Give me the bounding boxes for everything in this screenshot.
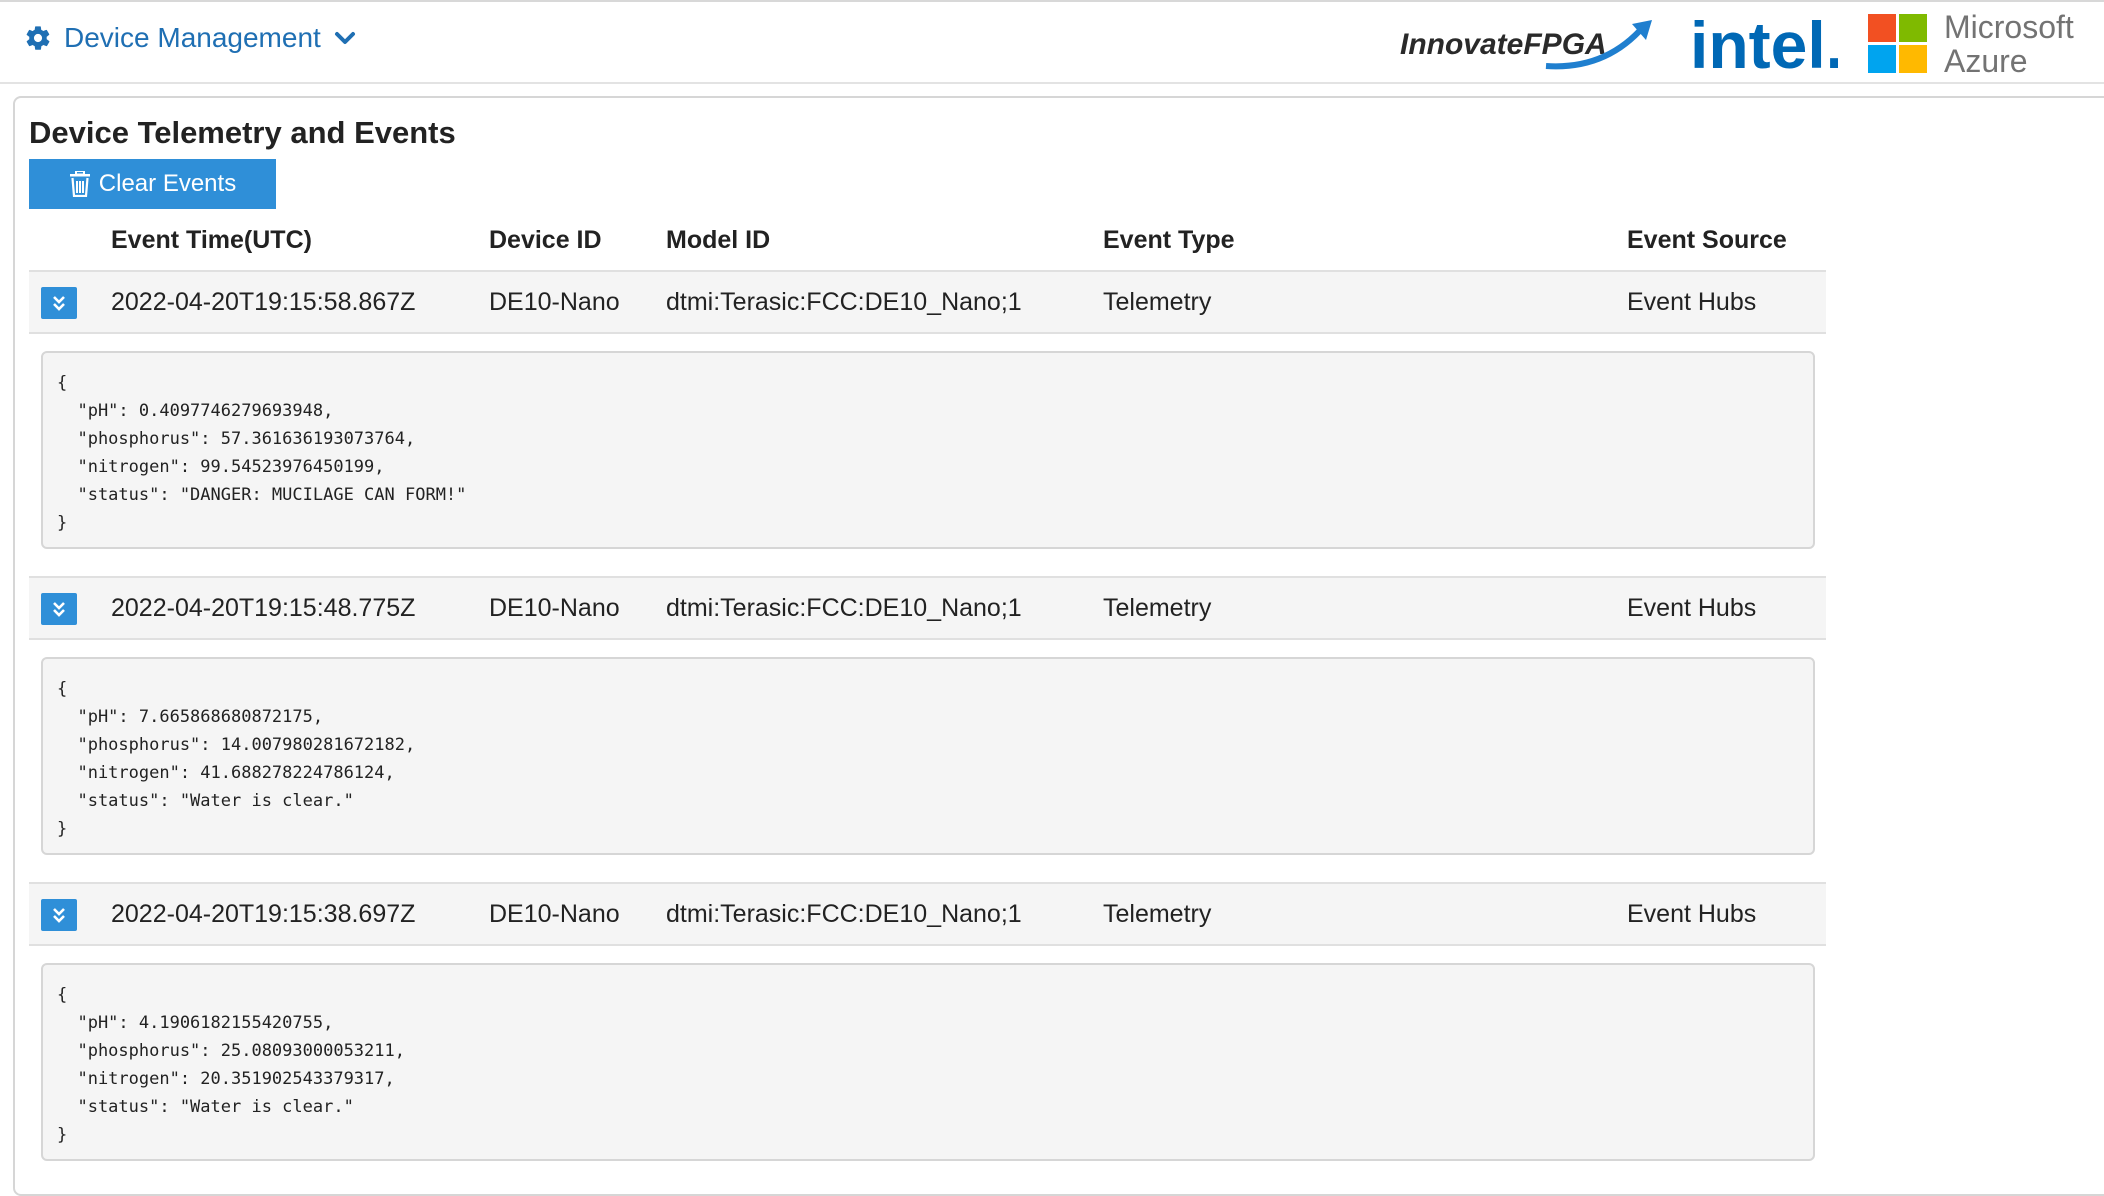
event-time: 2022-04-20T19:15:48.775Z (111, 594, 416, 622)
clear-events-button[interactable]: Clear Events (29, 159, 276, 209)
chevron-down-icon (334, 32, 355, 44)
fpga-logo-text-b: FPGA (1523, 28, 1606, 61)
chevrons-down-icon (53, 602, 65, 617)
event-payload: { "pH": 7.665868680872175, "phosphorus":… (57, 679, 416, 839)
microsoft-azure-text: Microsoft Azure (1944, 10, 2074, 78)
event-time: 2022-04-20T19:15:38.697Z (111, 900, 416, 928)
fpga-logo-text-a: Innovate (1400, 28, 1523, 61)
event-payload: { "pH": 0.4097746279693948, "phosphorus"… (57, 373, 467, 533)
svg-text:InnovateFPGA: InnovateFPGA (1400, 28, 1607, 61)
clear-events-label: Clear Events (98, 170, 237, 197)
event-time: 2022-04-20T19:15:58.867Z (111, 288, 416, 316)
device-id: DE10-Nano (489, 594, 620, 622)
device-management-menu[interactable]: Device Management (24, 22, 357, 54)
gear-icon (26, 26, 50, 50)
microsoft-squares-icon (1868, 14, 1928, 74)
event-payload: { "pH": 4.1906182155420755, "phosphorus"… (57, 985, 405, 1145)
microsoft-text: Microsoft (1944, 9, 2074, 45)
intel-logo-text: intel. (1690, 8, 1838, 80)
header-model-id: Model ID (666, 226, 771, 254)
event-type: Telemetry (1103, 288, 1212, 316)
device-id: DE10-Nano (489, 288, 620, 316)
page-title: Device Telemetry and Events (29, 115, 456, 150)
expand-row-button[interactable] (41, 899, 77, 931)
event-payload-panel: { "pH": 0.4097746279693948, "phosphorus"… (41, 351, 1815, 549)
header-event-source: Event Source (1627, 226, 1787, 254)
top-navbar: Device Management InnovateFPGA intel. Mi… (0, 0, 2104, 84)
event-payload-panel: { "pH": 7.665868680872175, "phosphorus":… (41, 657, 1815, 855)
event-source: Event Hubs (1627, 288, 1757, 316)
model-id: dtmi:Terasic:FCC:DE10_Nano;1 (666, 594, 1022, 622)
table-row: 2022-04-20T19:15:38.697Z DE10-Nano dtmi:… (29, 882, 1826, 946)
device-id: DE10-Nano (489, 900, 620, 928)
event-type: Telemetry (1103, 594, 1212, 622)
table-row: 2022-04-20T19:15:58.867Z DE10-Nano dtmi:… (29, 270, 1826, 334)
model-id: dtmi:Terasic:FCC:DE10_Nano;1 (666, 288, 1022, 316)
intel-logo: intel. (1690, 8, 1838, 80)
header-event-type: Event Type (1103, 226, 1235, 254)
chevrons-down-icon (53, 296, 65, 311)
header-device-id: Device ID (489, 226, 602, 254)
event-source: Event Hubs (1627, 900, 1757, 928)
event-source: Event Hubs (1627, 594, 1757, 622)
microsoft-azure-logo: Microsoft Azure (1868, 10, 2104, 78)
azure-text: Azure (1944, 43, 2028, 79)
device-management-label: Device Management (64, 22, 321, 53)
events-table-header: Event Time(UTC) Device ID Model ID Event… (29, 220, 1826, 273)
expand-row-button[interactable] (41, 287, 77, 319)
event-payload-panel: { "pH": 4.1906182155420755, "phosphorus"… (41, 963, 1815, 1161)
event-type: Telemetry (1103, 900, 1212, 928)
model-id: dtmi:Terasic:FCC:DE10_Nano;1 (666, 900, 1022, 928)
header-event-time: Event Time(UTC) (111, 226, 312, 254)
trash-icon (69, 171, 90, 197)
chevrons-down-icon (53, 908, 65, 923)
innovate-fpga-logo: InnovateFPGA (1400, 20, 1652, 70)
table-row: 2022-04-20T19:15:48.775Z DE10-Nano dtmi:… (29, 576, 1826, 640)
expand-row-button[interactable] (41, 593, 77, 625)
